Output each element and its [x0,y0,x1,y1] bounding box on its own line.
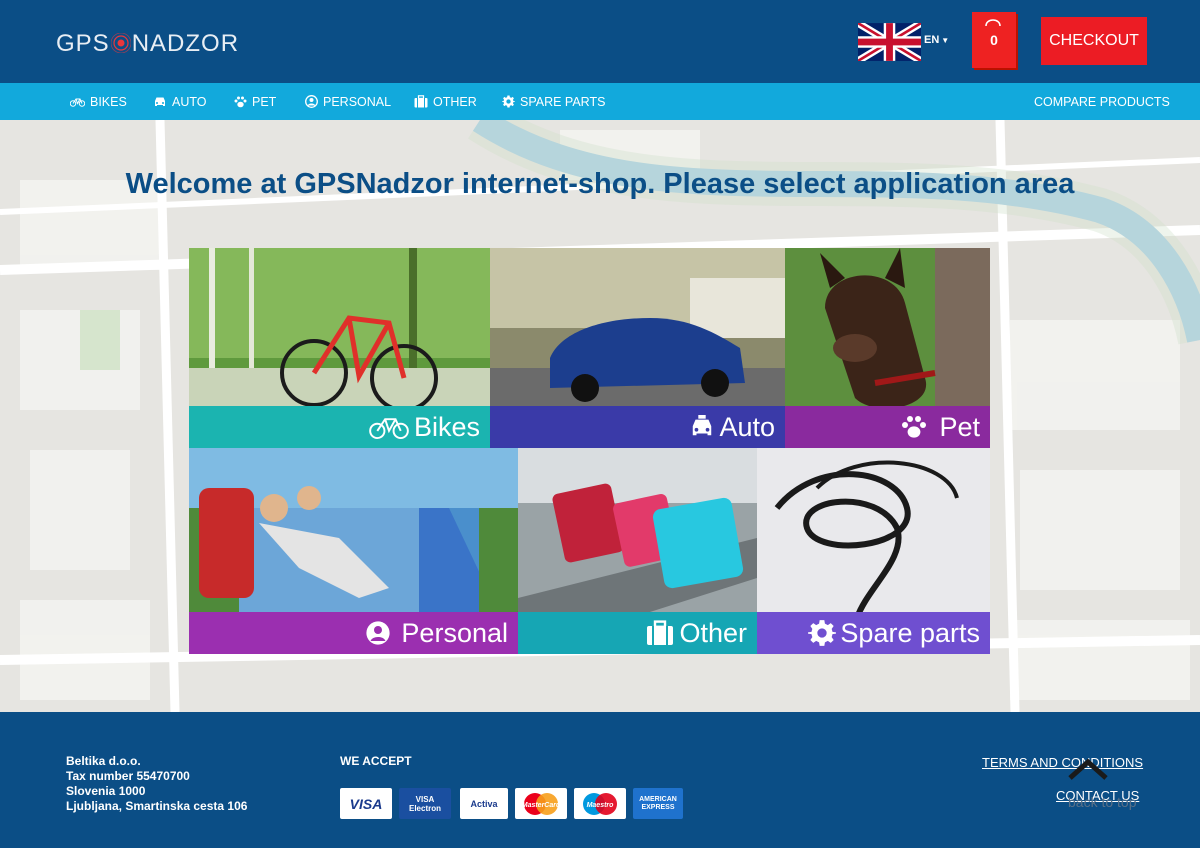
user-circle-icon [366,621,391,645]
shopping-bag-icon [985,19,1001,26]
tile-label: Spare parts [840,617,980,648]
visa-electron-card-icon: VISA Electron [399,788,451,819]
country-postcode: Slovenia 1000 [66,784,146,798]
suitcase-icon [414,95,428,108]
footer: Beltika d.o.o. Tax number 55470700 Slove… [0,712,1200,848]
signal-icon [110,32,132,54]
category-tile-spare-parts[interactable]: Spare parts [757,448,990,654]
header: GPS NADZOR EN ▼ 0 CHECKOUT [0,0,1200,83]
nav-item-auto[interactable]: AUTO [153,83,207,120]
gear-icon [502,95,515,108]
tile-label: Auto [719,411,775,442]
mastercard-label: MasterCard [522,802,561,809]
maestro-label: Maestro [587,802,615,809]
page-title: Welcome at GPSNadzor internet-shop. Plea… [125,168,1075,200]
back-to-top-link[interactable]: back to top [1068,794,1137,810]
activa-card-icon: Activa [460,788,508,819]
company-name: Beltika d.o.o. [66,754,141,768]
checkout-button[interactable]: CHECKOUT [1041,17,1147,65]
category-nav: BIKES AUTO PET PERSONAL OTHER SPARE PART… [0,83,1200,120]
tax-number: Tax number 55470700 [66,769,190,783]
nav-item-other[interactable]: OTHER [414,83,477,120]
uk-flag-icon[interactable] [858,23,921,61]
paw-icon [902,416,927,438]
tile-band: Pet [785,406,990,448]
nav-label: AUTO [172,94,207,109]
compare-products-link[interactable]: COMPARE PRODUCTS [1034,83,1170,120]
nav-item-pet[interactable]: PET [234,83,276,120]
bicycle-icon [70,98,85,107]
amex-card-icon: AMERICAN EXPRESS [633,788,683,819]
nav-item-personal[interactable]: PERSONAL [305,83,391,120]
category-tile-personal[interactable]: Personal [189,448,518,654]
we-accept-heading: WE ACCEPT [340,754,412,768]
cart-count: 0 [990,32,998,48]
tile-band: Spare parts [757,612,990,654]
logo-text-left: GPS [56,30,110,57]
caret-down-icon: ▼ [941,36,950,45]
nav-item-spare-parts[interactable]: SPARE PARTS [502,83,605,120]
category-tile-bikes[interactable]: Bikes [189,248,490,448]
taxi-icon [693,415,712,436]
tile-band: Other [518,612,757,654]
tile-label: Pet [939,411,980,442]
nav-item-bikes[interactable]: BIKES [70,83,127,120]
language-selector[interactable]: EN ▼ [924,34,949,46]
category-tile-pet[interactable]: Pet [785,248,990,448]
nav-label: PET [252,94,277,109]
tile-band: Auto [490,406,785,448]
company-address: Beltika d.o.o. Tax number 55470700 Slove… [66,754,247,814]
nav-label: SPARE PARTS [520,94,606,109]
paw-icon [234,96,247,107]
cart-button[interactable]: 0 [972,12,1016,68]
tile-label: Bikes [413,411,480,442]
chevron-up-icon[interactable] [1068,758,1108,780]
tile-label: Personal [401,617,508,648]
tile-band: Bikes [189,406,490,448]
street-address: Ljubljana, Smartinska cesta 106 [66,799,248,813]
car-icon [155,97,165,106]
gear-icon [808,620,837,646]
maestro-card-icon: Maestro [574,788,626,819]
logo-text-right: NADZOR [131,30,240,57]
tile-label: Other [679,617,747,648]
terms-link[interactable]: TERMS AND CONDITIONS [982,755,1143,770]
suitcase-icon [647,620,674,645]
main-content: Welcome at GPSNadzor internet-shop. Plea… [0,120,1200,712]
tile-band: Personal [189,612,518,654]
nav-label: BIKES [90,94,127,109]
nav-label: OTHER [433,94,477,109]
category-tile-auto[interactable]: Auto [490,248,785,448]
language-label: EN [924,34,940,46]
mastercard-card-icon: MasterCard [515,788,567,819]
category-tile-other[interactable]: Other [518,448,757,654]
visa-card-icon: VISA [340,788,392,819]
nav-label: PERSONAL [323,94,392,109]
user-circle-icon [305,95,318,108]
bicycle-icon [369,418,409,440]
